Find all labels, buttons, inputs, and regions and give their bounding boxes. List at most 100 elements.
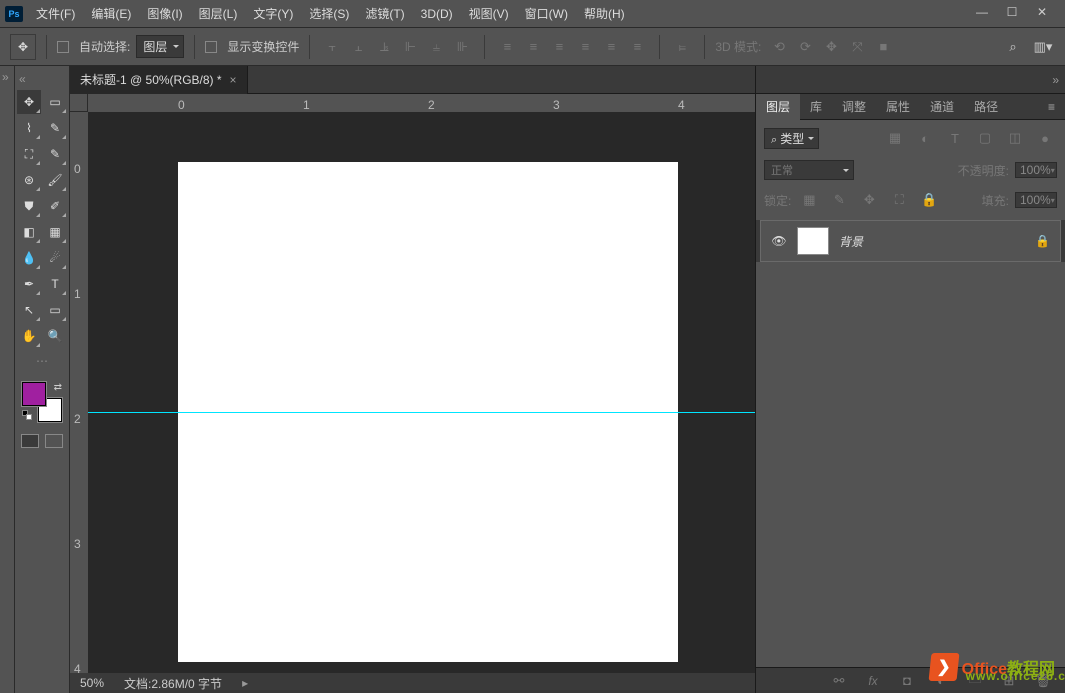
- 3d-orbit-icon[interactable]: ⟲: [767, 35, 791, 59]
- menu-type[interactable]: 文字(Y): [245, 0, 301, 28]
- search-icon[interactable]: ⌕: [1001, 35, 1025, 59]
- filter-smart-icon[interactable]: ◫: [1003, 126, 1027, 150]
- canvas-viewport[interactable]: [88, 112, 755, 673]
- toolbox-collapse-icon[interactable]: «: [15, 72, 30, 90]
- minimize-button[interactable]: —: [967, 2, 997, 22]
- filter-shape-icon[interactable]: ▢: [973, 126, 997, 150]
- path-select-tool[interactable]: ↖: [17, 298, 41, 322]
- 3d-pan-icon[interactable]: ✥: [819, 35, 843, 59]
- tab-libraries[interactable]: 库: [800, 94, 832, 120]
- lock-artboard-icon[interactable]: ⛶: [887, 188, 911, 212]
- reset-colors-icon[interactable]: [22, 410, 34, 422]
- align-bottom-icon[interactable]: ⫡: [372, 35, 396, 59]
- layer-thumbnail[interactable]: [797, 227, 829, 255]
- toolbox-more-icon[interactable]: ⋯: [36, 354, 48, 368]
- blur-tool[interactable]: 💧: [17, 246, 41, 270]
- align-right-icon[interactable]: ⊪: [450, 35, 474, 59]
- auto-select-checkbox[interactable]: [57, 41, 69, 53]
- document-tab[interactable]: 未标题-1 @ 50%(RGB/8) * ×: [70, 66, 248, 94]
- dist-5-icon[interactable]: ≡: [599, 35, 623, 59]
- dodge-tool[interactable]: ☄: [43, 246, 67, 270]
- quick-select-tool[interactable]: ✎: [43, 116, 67, 140]
- lock-paint-icon[interactable]: ✎: [827, 188, 851, 212]
- type-tool[interactable]: T: [43, 272, 67, 296]
- tab-layers[interactable]: 图层: [756, 94, 800, 120]
- menu-window[interactable]: 窗口(W): [517, 0, 576, 28]
- lock-position-icon[interactable]: ✥: [857, 188, 881, 212]
- fill-value[interactable]: 100%: [1015, 192, 1057, 208]
- auto-select-target-dropdown[interactable]: 图层: [136, 35, 184, 58]
- align-left-icon[interactable]: ⊩: [398, 35, 422, 59]
- tab-channels[interactable]: 通道: [920, 94, 964, 120]
- link-layers-icon[interactable]: ⚯: [827, 669, 851, 693]
- align-hcenter-icon[interactable]: ⫨: [424, 35, 448, 59]
- close-tab-icon[interactable]: ×: [230, 66, 237, 94]
- collapse-strip-left[interactable]: »: [0, 66, 15, 693]
- show-transform-checkbox[interactable]: [205, 41, 217, 53]
- align-top-icon[interactable]: ⫟: [320, 35, 344, 59]
- menu-3d[interactable]: 3D(D): [413, 0, 461, 28]
- tab-properties[interactable]: 属性: [876, 94, 920, 120]
- 3d-roll-icon[interactable]: ⟳: [793, 35, 817, 59]
- dist-1-icon[interactable]: ≡: [495, 35, 519, 59]
- blend-mode-dropdown[interactable]: 正常: [764, 160, 854, 180]
- 3d-slide-icon[interactable]: ⤧: [845, 35, 869, 59]
- marquee-tool[interactable]: ▭: [43, 90, 67, 114]
- healing-tool[interactable]: ⊛: [17, 168, 41, 192]
- maximize-button[interactable]: ☐: [997, 2, 1027, 22]
- filter-toggle-icon[interactable]: ●: [1033, 126, 1057, 150]
- ruler-vertical[interactable]: 0 1 2 3 4: [70, 112, 88, 673]
- doc-size[interactable]: 文档:2.86M/0 字节: [124, 675, 222, 692]
- menu-file[interactable]: 文件(F): [28, 0, 83, 28]
- menu-layer[interactable]: 图层(L): [191, 0, 246, 28]
- zoom-tool[interactable]: 🔍: [43, 324, 67, 348]
- 3d-camera-icon[interactable]: ■: [871, 35, 895, 59]
- history-brush-tool[interactable]: ✐: [43, 194, 67, 218]
- dist-6-icon[interactable]: ≡: [625, 35, 649, 59]
- eyedropper-tool[interactable]: ✎: [43, 142, 67, 166]
- lasso-tool[interactable]: ⌇: [17, 116, 41, 140]
- layer-fx-icon[interactable]: fx: [861, 669, 885, 693]
- tab-paths[interactable]: 路径: [964, 94, 1008, 120]
- zoom-level[interactable]: 50%: [80, 676, 104, 690]
- layer-filter-dropdown[interactable]: ⌕ 类型: [764, 128, 819, 149]
- horizontal-guide[interactable]: [88, 412, 755, 413]
- layer-item-background[interactable]: 👁 背景 🔒: [760, 220, 1061, 262]
- foreground-color-swatch[interactable]: [22, 382, 46, 406]
- menu-help[interactable]: 帮助(H): [576, 0, 633, 28]
- standard-mode-button[interactable]: [21, 434, 39, 448]
- layer-mask-icon[interactable]: ◘: [895, 669, 919, 693]
- auto-align-icon[interactable]: ⫢: [670, 35, 694, 59]
- layer-visibility-icon[interactable]: 👁: [771, 234, 787, 248]
- menu-edit[interactable]: 编辑(E): [83, 0, 139, 28]
- crop-tool[interactable]: ⛶: [17, 142, 41, 166]
- ruler-horizontal[interactable]: 0 1 2 3 4: [88, 94, 755, 112]
- menu-view[interactable]: 视图(V): [461, 0, 517, 28]
- pen-tool[interactable]: ✒: [17, 272, 41, 296]
- lock-all-icon[interactable]: 🔒: [917, 188, 941, 212]
- brush-tool[interactable]: 🖌: [43, 168, 67, 192]
- current-tool-indicator[interactable]: ✥: [10, 34, 36, 60]
- menu-image[interactable]: 图像(I): [139, 0, 190, 28]
- panel-menu-icon[interactable]: ≡: [1038, 94, 1065, 120]
- align-vcenter-icon[interactable]: ⫠: [346, 35, 370, 59]
- mask-mode-button[interactable]: [45, 434, 63, 448]
- layer-name[interactable]: 背景: [839, 233, 1025, 250]
- doc-size-chevron-icon[interactable]: ▸: [242, 676, 248, 690]
- filter-type-icon[interactable]: T: [943, 126, 967, 150]
- opacity-value[interactable]: 100%: [1015, 162, 1057, 178]
- panels-collapse-icon[interactable]: »: [1052, 73, 1059, 87]
- eraser-tool[interactable]: ◧: [17, 220, 41, 244]
- menu-select[interactable]: 选择(S): [301, 0, 357, 28]
- menu-filter[interactable]: 滤镜(T): [357, 0, 412, 28]
- workspace-switcher-icon[interactable]: ▥▾: [1031, 35, 1055, 59]
- filter-image-icon[interactable]: ▦: [883, 126, 907, 150]
- layer-lock-icon[interactable]: 🔒: [1035, 234, 1050, 248]
- close-button[interactable]: ✕: [1027, 2, 1057, 22]
- swap-colors-icon[interactable]: ⇄: [54, 382, 62, 393]
- lock-pixels-icon[interactable]: ▦: [797, 188, 821, 212]
- ruler-origin[interactable]: [70, 94, 88, 112]
- dist-4-icon[interactable]: ≡: [573, 35, 597, 59]
- tab-adjustments[interactable]: 调整: [832, 94, 876, 120]
- filter-adjustment-icon[interactable]: ◐: [913, 126, 937, 150]
